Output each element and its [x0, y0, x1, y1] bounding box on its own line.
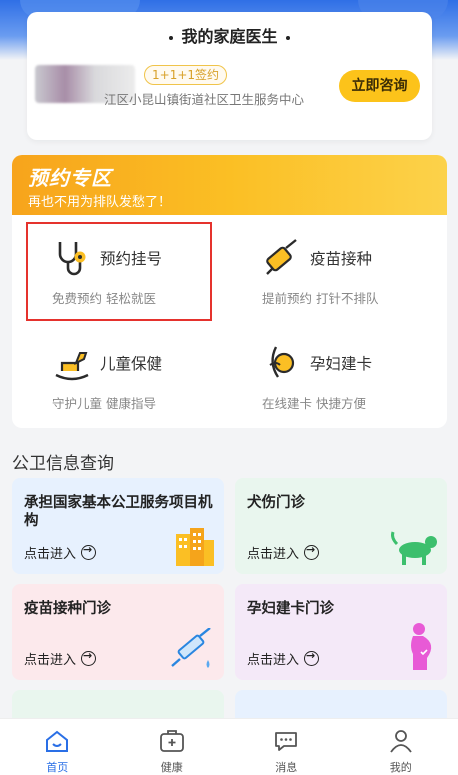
- tile-enter-link[interactable]: 点击进入: [247, 649, 320, 668]
- rocking-horse-icon: [55, 352, 89, 381]
- tile-vaccine-clinic[interactable]: 疫苗接种门诊 点击进入: [12, 584, 224, 680]
- user-icon: [390, 730, 412, 753]
- service-vaccine[interactable]: 疫苗接种 提前预约 打针不排队: [236, 222, 436, 322]
- tile-enter-link[interactable]: 点击进入: [24, 649, 97, 668]
- message-icon: [275, 732, 298, 751]
- sign-badge: 1+1+1签约: [144, 65, 228, 85]
- pregnant-woman-icon: [411, 623, 432, 670]
- syringe-icon: [266, 239, 297, 275]
- tile-title: 孕妇建卡门诊: [247, 601, 334, 617]
- enter-label: 点击进入: [247, 547, 300, 562]
- nav-label: 我的: [389, 761, 412, 774]
- tile-enter-link[interactable]: 点击进入: [247, 543, 320, 562]
- booking-section: 预约专区 再也不用为排队发愁了！ 预约挂号 免费预约 轻松就医 疫苗接种 提前预…: [12, 155, 447, 428]
- tile-title: 疫苗接种门诊: [24, 601, 111, 617]
- service-appointment[interactable]: 预约挂号 免费预约 轻松就医: [26, 222, 212, 321]
- service-desc: 提前预约 打针不排队: [262, 291, 379, 306]
- organization-name: 江区小昆山镇街道社区卫生服务中心: [104, 92, 305, 107]
- service-name: 疫苗接种: [310, 250, 373, 268]
- nav-messages[interactable]: 消息: [229, 719, 344, 775]
- building-icon: [176, 528, 214, 566]
- tile-enter-link[interactable]: 点击进入: [24, 543, 97, 562]
- family-doctor-card: 我的家庭医生 1+1+1签约 江区小昆山镇街道社区卫生服务中心 立即咨询: [27, 12, 432, 140]
- service-child-care[interactable]: 儿童保健 守护儿童 健康指导: [26, 327, 226, 427]
- title-dot: [285, 35, 290, 40]
- arrow-circle-icon: [81, 543, 97, 560]
- arrow-circle-icon: [304, 649, 320, 666]
- tile-pregnancy-clinic[interactable]: 孕妇建卡门诊 点击进入: [235, 584, 447, 680]
- stethoscope-icon: [58, 242, 86, 276]
- bottom-navigation: 首页 健康 消息 我的: [0, 718, 458, 775]
- home-icon: [46, 730, 69, 752]
- title-dot: [169, 35, 174, 40]
- consult-now-button[interactable]: 立即咨询: [339, 70, 420, 102]
- booking-header: 预约专区 再也不用为排队发愁了！: [12, 155, 447, 215]
- family-doctor-title: 我的家庭医生: [27, 23, 432, 47]
- pregnant-icon: [269, 346, 295, 378]
- enter-label: 点击进入: [24, 547, 77, 562]
- tile-title: 承担国家基本公卫服务项目机构: [24, 495, 213, 529]
- nav-home[interactable]: 首页: [0, 719, 115, 775]
- arrow-circle-icon: [81, 649, 97, 666]
- nav-label: 健康: [160, 761, 183, 774]
- booking-title: 预约专区: [28, 166, 112, 190]
- nav-label: 消息: [275, 761, 298, 774]
- nav-health[interactable]: 健康: [115, 719, 230, 775]
- syringe-icon: [171, 628, 211, 668]
- service-desc: 免费预约 轻松就医: [52, 291, 156, 306]
- service-name: 孕妇建卡: [310, 355, 373, 373]
- tile-service-institutions[interactable]: 承担国家基本公卫服务项目机构 点击进入: [12, 478, 224, 574]
- dog-icon: [391, 531, 437, 565]
- public-health-title: 公卫信息查询: [12, 454, 114, 474]
- family-doctor-title-text: 我的家庭医生: [181, 27, 278, 46]
- nav-profile[interactable]: 我的: [344, 719, 458, 775]
- booking-subtitle: 再也不用为排队发愁了！: [28, 195, 172, 210]
- arrow-circle-icon: [304, 543, 320, 560]
- enter-label: 点击进入: [24, 653, 77, 668]
- health-icon: [159, 730, 184, 752]
- service-pregnancy-card[interactable]: 孕妇建卡 在线建卡 快捷方便: [236, 327, 436, 427]
- service-desc: 守护儿童 健康指导: [52, 396, 156, 411]
- nav-label: 首页: [46, 761, 69, 774]
- service-desc: 在线建卡 快捷方便: [262, 396, 366, 411]
- service-name: 预约挂号: [100, 250, 163, 268]
- enter-label: 点击进入: [247, 653, 300, 668]
- tile-title: 犬伤门诊: [247, 495, 305, 511]
- tile-dog-bite-clinic[interactable]: 犬伤门诊 点击进入: [235, 478, 447, 574]
- service-name: 儿童保健: [100, 355, 163, 373]
